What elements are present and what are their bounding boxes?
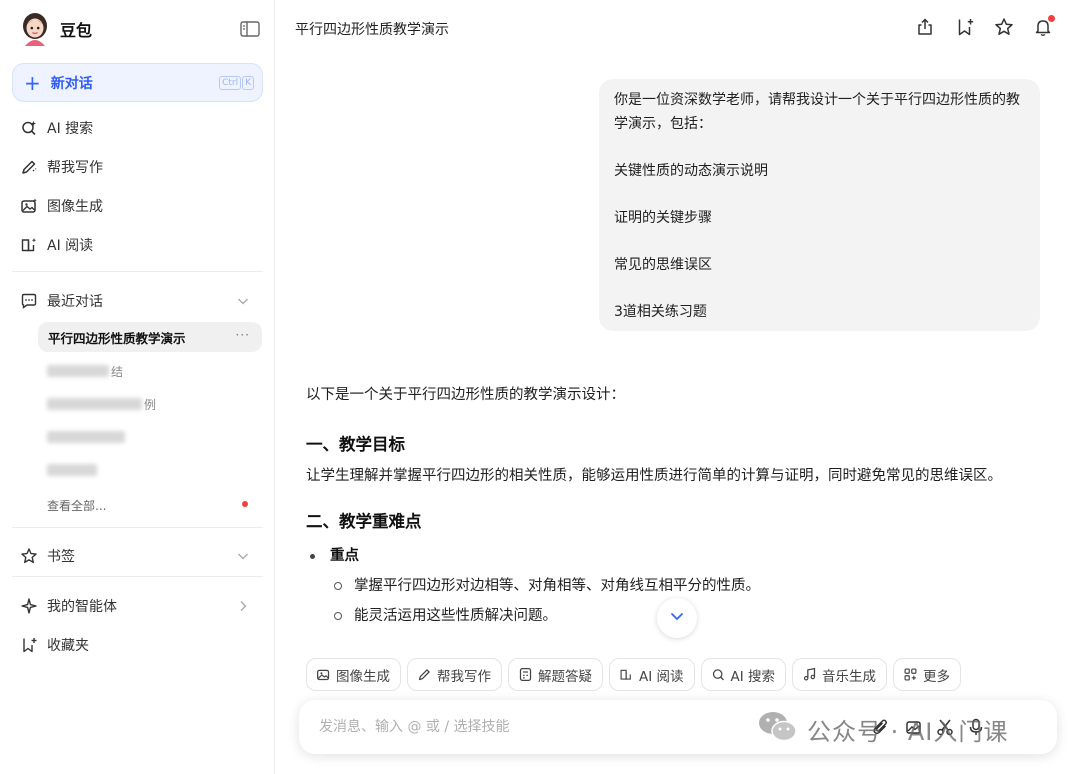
skill-label: 解题答疑 <box>538 668 592 685</box>
message-input[interactable] <box>319 714 759 740</box>
shortcut-key: Ctrl <box>219 76 242 90</box>
divider <box>12 576 263 577</box>
new-chat-label: 新对话 <box>50 75 93 92</box>
plus-icon: + <box>24 70 41 95</box>
bookmarks-label: 书签 <box>47 549 75 565</box>
user-message-bubble: 你是一位资深数学老师，请帮我设计一个关于平行四边形性质的教学演示，包括： 关键性… <box>599 79 1040 331</box>
chat-bubble-icon <box>20 292 38 310</box>
recent-chat-title-suffix: 例 <box>144 397 157 412</box>
sidebar-item-writing[interactable]: 帮我写作 <box>20 155 103 179</box>
brand[interactable]: 豆包 <box>20 12 92 46</box>
divider <box>12 271 263 272</box>
app-name: 豆包 <box>60 21 93 40</box>
skill-label: AI 搜索 <box>730 668 776 685</box>
attachment-icon[interactable] <box>871 717 891 737</box>
sidebar-item-ai-search[interactable]: AI 搜索 <box>20 116 93 140</box>
chevron-down-icon <box>235 293 251 309</box>
pen-icon <box>20 158 38 176</box>
doubao-avatar-icon <box>20 12 50 46</box>
recent-chat-item[interactable]: 例 <box>47 395 156 413</box>
sidebar-item-label: 帮我写作 <box>47 160 103 176</box>
book-icon <box>619 667 634 682</box>
shortcut-hint: Ctrl K <box>219 76 254 90</box>
my-agents-label: 我的智能体 <box>47 599 117 615</box>
message-composer <box>299 700 1057 754</box>
sidebar: 豆包 + 新对话 Ctrl K AI 搜索 帮我写作 图像生成 AI 阅读 最近… <box>0 0 275 774</box>
skill-ai-reading-button[interactable]: AI 阅读 <box>609 658 695 691</box>
blurred-title <box>47 464 97 476</box>
favorites-item[interactable]: 收藏夹 <box>20 634 255 656</box>
recent-chat-title-suffix: 结 <box>111 364 124 379</box>
bookmark-add-icon[interactable] <box>955 17 975 37</box>
answer-intro: 以下是一个关于平行四边形性质的教学演示设计： <box>306 387 625 403</box>
recent-chat-title: 平行四边形性质教学演示 <box>48 330 186 346</box>
blurred-title <box>47 365 109 377</box>
answer-sub-bullet: 掌握平行四边形对边相等、对角相等、对角线互相平分的性质。 <box>306 574 1041 598</box>
skill-label: 更多 <box>923 668 951 685</box>
skill-label: 音乐生成 <box>822 668 877 685</box>
answer-heading: 一、教学目标 <box>306 435 405 454</box>
skill-writing-button[interactable]: 帮我写作 <box>407 658 502 691</box>
image-icon <box>20 197 38 215</box>
share-icon[interactable] <box>915 17 935 37</box>
sidebar-item-label: AI 阅读 <box>47 238 94 254</box>
sidebar-item-image-gen[interactable]: 图像生成 <box>20 194 103 218</box>
my-agents-header[interactable]: 我的智能体 <box>20 595 255 617</box>
search-sparkle-icon <box>20 119 38 137</box>
skill-label: AI 阅读 <box>639 668 684 685</box>
skill-music-button[interactable]: 音乐生成 <box>792 658 888 691</box>
shortcut-key: K <box>242 76 254 90</box>
calculator-icon <box>518 667 533 682</box>
answer-paragraph: 让学生理解并掌握平行四边形的相关性质，能够运用性质进行简单的计算与证明，同时避免… <box>306 468 1002 484</box>
notification-dot <box>1048 15 1055 22</box>
more-options-icon[interactable]: ··· <box>236 329 250 341</box>
view-all-link[interactable]: 查看全部... <box>47 497 106 514</box>
music-icon <box>802 667 817 682</box>
recent-chat-item-active[interactable]: 平行四边形性质教学演示 ··· <box>38 322 262 352</box>
star-icon <box>20 547 38 565</box>
chevron-down-icon <box>668 607 686 629</box>
favorites-label: 收藏夹 <box>47 638 89 654</box>
sidebar-item-label: AI 搜索 <box>47 121 94 137</box>
chevron-down-icon <box>235 548 251 564</box>
screenshot-image-icon[interactable] <box>904 717 924 737</box>
new-chat-button[interactable]: + 新对话 Ctrl K <box>12 63 263 102</box>
skill-more-button[interactable]: 更多 <box>893 658 962 691</box>
skill-solve-button[interactable]: 解题答疑 <box>508 658 603 691</box>
answer-heading: 二、教学重难点 <box>306 512 422 531</box>
unread-dot <box>242 501 248 507</box>
bookmark-add-icon <box>20 636 38 654</box>
skill-label: 帮我写作 <box>437 668 491 685</box>
recent-chat-item[interactable] <box>47 461 97 479</box>
search-sparkle-icon <box>711 667 726 682</box>
scissors-icon[interactable] <box>935 717 955 737</box>
grid-plus-icon <box>903 667 918 682</box>
recent-chat-item[interactable]: 结 <box>47 362 123 380</box>
recent-chats-header[interactable]: 最近对话 <box>20 290 255 312</box>
skill-label: 图像生成 <box>336 668 390 685</box>
skill-image-gen-button[interactable]: 图像生成 <box>306 658 401 691</box>
skill-ai-search-button[interactable]: AI 搜索 <box>700 658 787 691</box>
blurred-title <box>47 398 142 410</box>
chevron-right-icon <box>235 598 251 614</box>
sidebar-toggle-icon[interactable] <box>240 20 260 38</box>
sparkle-icon <box>20 597 38 615</box>
sidebar-item-ai-reading[interactable]: AI 阅读 <box>20 233 93 257</box>
user-message-text: 你是一位资深数学老师，请帮我设计一个关于平行四边形性质的教学演示，包括： 关键性… <box>614 92 1020 320</box>
answer-bullet: 重点 <box>306 544 1041 568</box>
pen-icon <box>417 667 432 682</box>
star-icon[interactable] <box>994 17 1014 37</box>
blurred-title <box>47 431 125 443</box>
sidebar-item-label: 图像生成 <box>47 199 103 215</box>
scroll-to-bottom-button[interactable] <box>657 598 697 638</box>
skill-bar: 图像生成 帮我写作 解题答疑 AI 阅读 AI 搜索 音乐生成 更多 <box>306 658 962 691</box>
bookmarks-header[interactable]: 书签 <box>20 545 255 567</box>
microphone-icon[interactable] <box>966 717 986 737</box>
recent-chats-label: 最近对话 <box>47 294 103 310</box>
divider <box>12 527 263 528</box>
image-icon <box>316 667 331 682</box>
chat-title: 平行四边形性质教学演示 <box>295 22 449 38</box>
recent-chat-item[interactable] <box>47 428 125 446</box>
book-icon <box>20 236 38 254</box>
